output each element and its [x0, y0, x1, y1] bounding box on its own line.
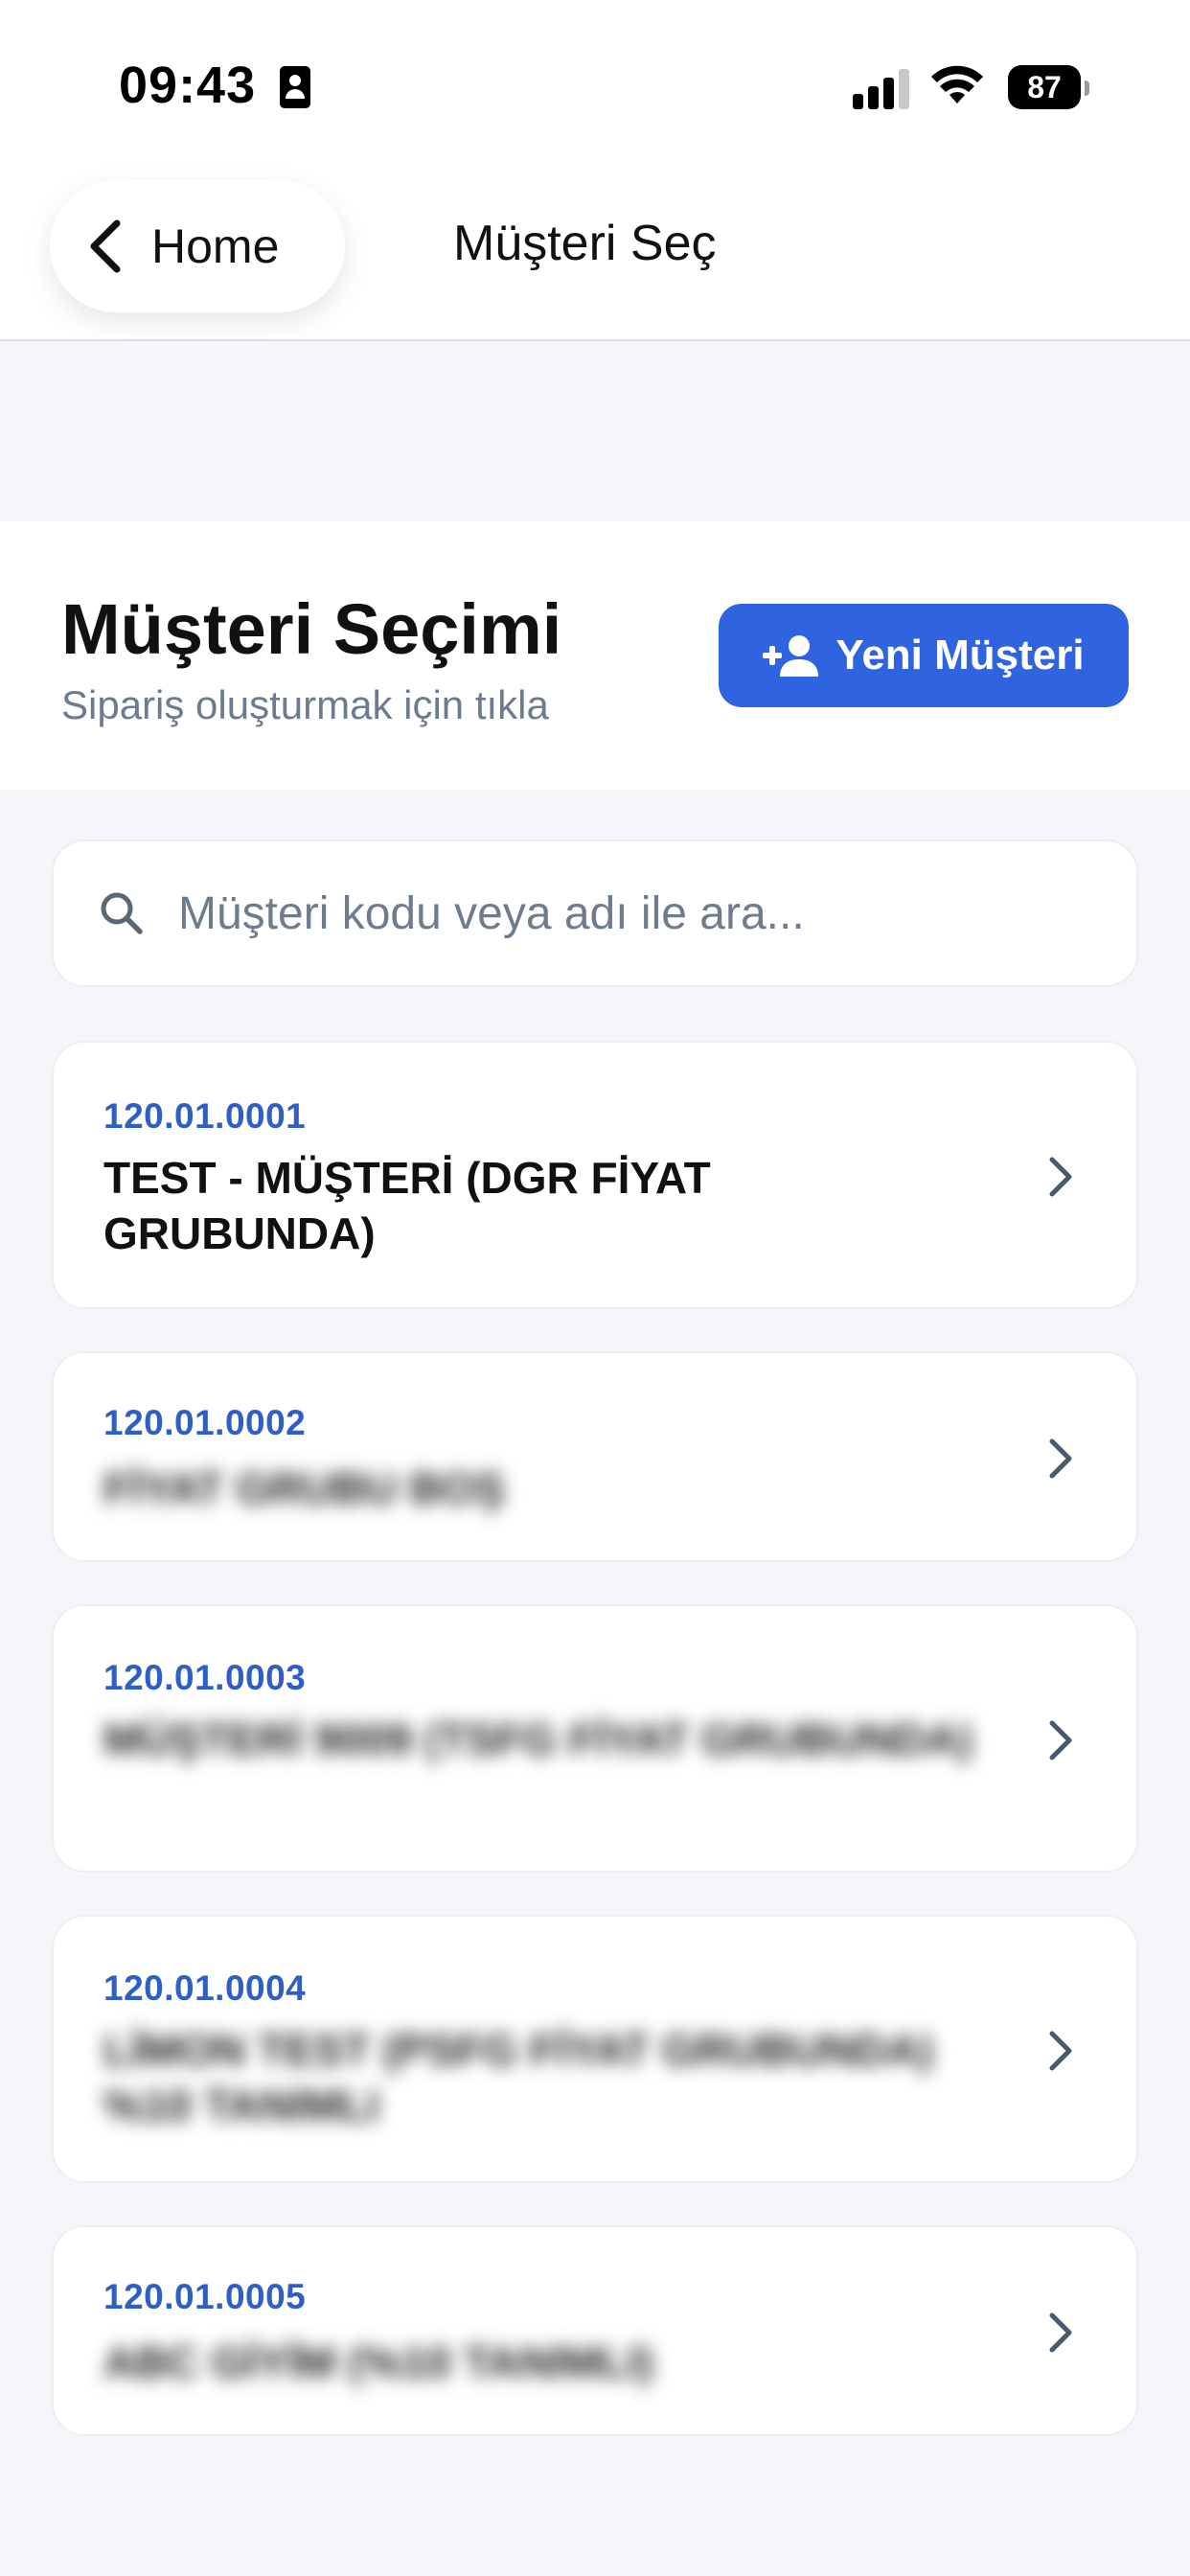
contact-card-icon — [280, 66, 310, 108]
customer-code: 120.01.0004 — [103, 1968, 307, 2008]
page-subtitle: Sipariş oluşturmak için tıkla — [61, 682, 549, 727]
page-title: Müşteri Seçimi — [61, 589, 562, 669]
page-header: Müşteri Seçimi Sipariş oluşturmak için t… — [0, 521, 1190, 790]
customer-list-item[interactable]: 120.01.0002 FİYAT GRUBU BOŞ — [52, 1351, 1138, 1562]
battery-icon: 87 — [1008, 65, 1081, 109]
customer-name: LİMON TEST (PSFG FİYAT GRUBUNDA) %10 TAN… — [103, 2025, 934, 2130]
customer-name: FİYAT GRUBU BOŞ — [103, 1463, 506, 1513]
chevron-right-icon — [1049, 1157, 1072, 1197]
cellular-signal-icon — [853, 69, 912, 109]
search-input[interactable] — [178, 886, 1088, 940]
customer-name: MÜŞTERİ 9009 (TSFG FİYAT GRUBUNDA) — [103, 1714, 973, 1764]
customer-list-item[interactable]: 120.01.0001 TEST - MÜŞTERİ (DGR FİYAT GR… — [52, 1041, 1138, 1309]
chevron-right-icon — [1049, 2312, 1072, 2353]
customer-code: 120.01.0002 — [103, 1403, 307, 1442]
customer-code: 120.01.0001 — [103, 1096, 307, 1136]
customer-list-item[interactable]: 120.01.0004 LİMON TEST (PSFG FİYAT GRUBU… — [52, 1915, 1138, 2183]
customer-list-item[interactable]: 120.01.0003 MÜŞTERİ 9009 (TSFG FİYAT GRU… — [52, 1604, 1138, 1873]
chevron-right-icon — [1049, 1438, 1072, 1479]
status-bar: 09:43 87 — [0, 0, 1190, 171]
navigation-bar: Home Müşteri Seç — [0, 171, 1190, 341]
add-person-icon — [763, 635, 819, 677]
customer-code: 120.01.0003 — [103, 1658, 307, 1697]
search-box[interactable] — [52, 840, 1138, 987]
customer-list-item[interactable]: 120.01.0005 ABC GİYİM (%10 TANIMLI) — [52, 2225, 1138, 2436]
customer-name: TEST - MÜŞTERİ (DGR FİYAT GRUBUNDA) — [103, 1153, 711, 1258]
search-icon — [101, 892, 143, 934]
wifi-icon — [931, 65, 983, 104]
chevron-right-icon — [1049, 2031, 1072, 2071]
new-customer-label: Yeni Müşteri — [835, 632, 1085, 678]
status-time: 09:43 — [119, 57, 257, 114]
customer-name: ABC GİYİM (%10 TANIMLI) — [103, 2337, 654, 2387]
chevron-left-icon — [90, 219, 121, 273]
battery-level: 87 — [1027, 69, 1062, 104]
battery-tip — [1085, 80, 1089, 96]
customer-code: 120.01.0005 — [103, 2277, 307, 2316]
chevron-right-icon — [1049, 1720, 1072, 1760]
back-label: Home — [151, 219, 280, 273]
back-button[interactable]: Home — [50, 180, 345, 312]
new-customer-button[interactable]: Yeni Müşteri — [719, 604, 1129, 707]
nav-title: Müşteri Seç — [453, 216, 717, 271]
